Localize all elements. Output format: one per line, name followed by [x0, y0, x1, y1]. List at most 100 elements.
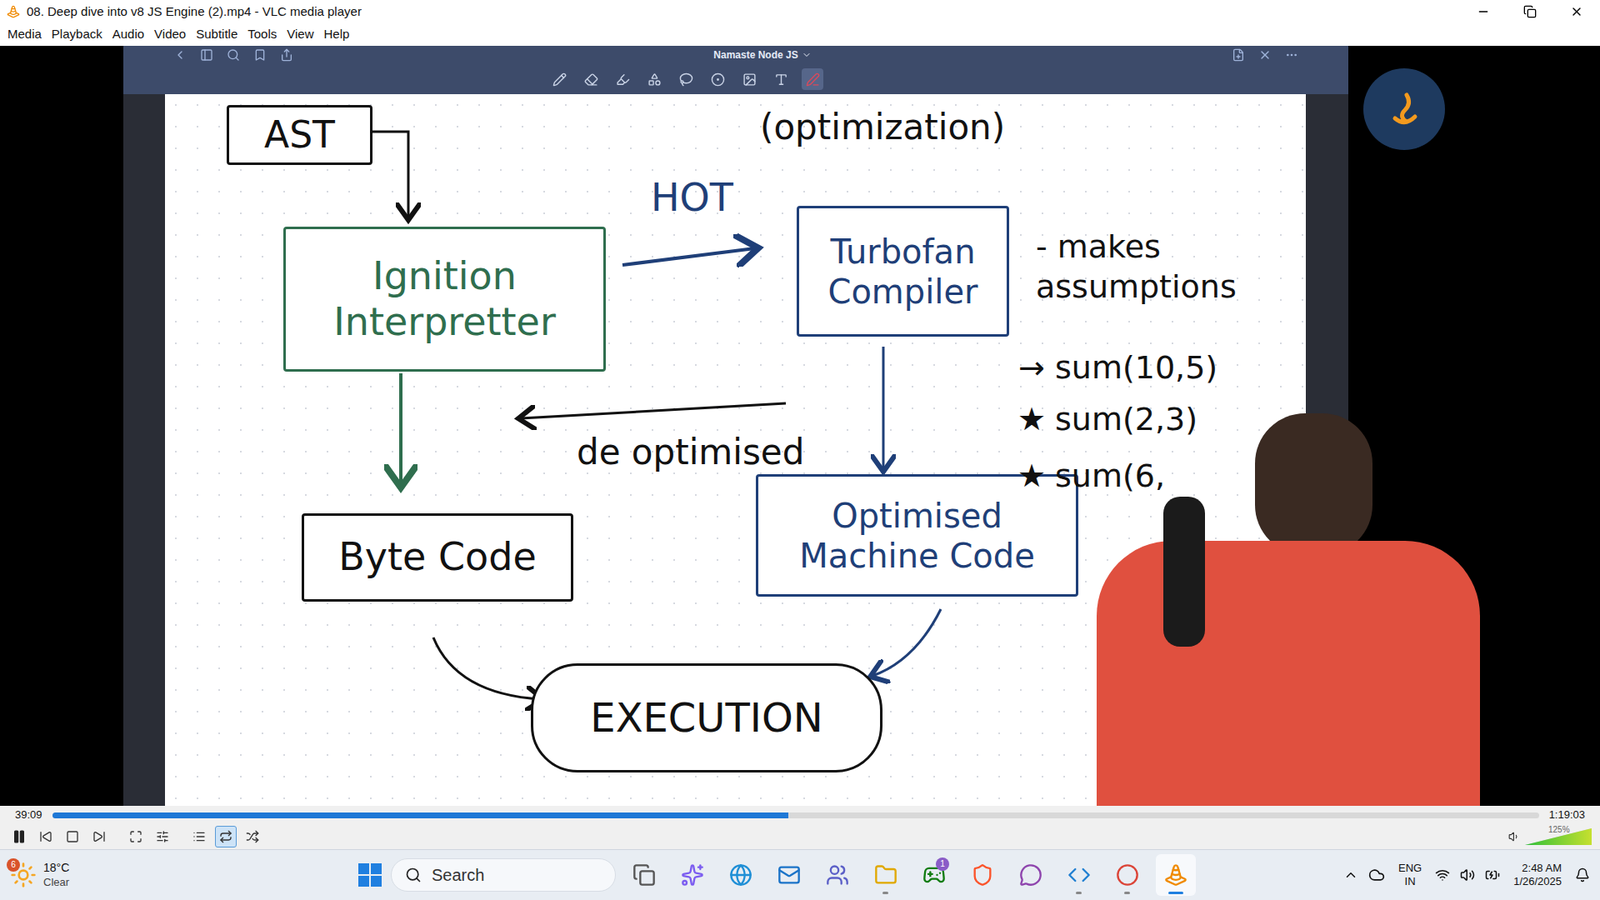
minimize-button[interactable]: [1460, 0, 1507, 24]
stop-icon: [65, 830, 80, 844]
image-icon: [742, 72, 757, 87]
player-button[interactable]: [88, 825, 110, 848]
taskbar-app[interactable]: [817, 854, 858, 896]
playlist-icon: [192, 830, 206, 844]
loop-icon: [219, 830, 233, 844]
restore-button[interactable]: [1506, 0, 1554, 24]
taskbar-app[interactable]: [624, 854, 665, 896]
diagram-label: (optimization): [760, 100, 1005, 154]
onedrive-icon[interactable]: [1368, 866, 1385, 884]
menu-item[interactable]: Subtitle: [191, 25, 242, 45]
vlc-icon: [6, 5, 20, 19]
wifi-icon[interactable]: [1435, 867, 1450, 883]
seek-bar[interactable]: [52, 812, 1540, 819]
bookmark-icon[interactable]: [253, 48, 267, 62]
more-icon[interactable]: [1285, 48, 1299, 62]
diagram-label: de optimised: [576, 425, 805, 479]
player-button[interactable]: [35, 825, 57, 848]
share-icon[interactable]: [280, 48, 294, 62]
player-button[interactable]: [241, 825, 264, 848]
brave-icon: [970, 863, 995, 887]
diagram-label: - makes assumptions: [1035, 227, 1286, 307]
highlighter-icon: [615, 72, 630, 87]
taskbar-app[interactable]: [1155, 854, 1196, 896]
pause-icon: [11, 829, 27, 845]
volume-icon[interactable]: [1508, 830, 1520, 843]
language-indicator[interactable]: ENGIN: [1395, 861, 1425, 890]
speaker-icon[interactable]: [1460, 867, 1475, 883]
menu-item[interactable]: View: [282, 25, 318, 45]
diagram-label: HOT: [650, 169, 734, 227]
taskbar-app[interactable]: [865, 854, 906, 896]
next-icon: [92, 830, 106, 844]
player-button[interactable]: [125, 825, 147, 848]
notifications-icon[interactable]: [1575, 867, 1590, 883]
file-explorer-icon: [874, 863, 898, 887]
menu-item[interactable]: Help: [320, 25, 355, 45]
volume-slider[interactable]: 125%: [1525, 828, 1592, 845]
tool-button[interactable]: [548, 68, 570, 90]
pencil-icon: [552, 72, 567, 87]
taskbar-app[interactable]: 1: [914, 854, 955, 896]
previous-icon: [39, 830, 53, 844]
taskbar-app[interactable]: [672, 854, 713, 896]
fullscreen-icon: [129, 830, 143, 844]
close-button[interactable]: [1553, 0, 1600, 24]
taskbar-app[interactable]: [769, 854, 810, 896]
new-page-icon[interactable]: [1231, 48, 1245, 62]
windows-start-icon[interactable]: [357, 862, 383, 888]
taskbar-app[interactable]: [1010, 854, 1051, 896]
weather-badge: 6: [6, 858, 20, 872]
weather-temp: 18°C: [43, 860, 70, 876]
menu-item[interactable]: Audio: [108, 25, 149, 45]
volume-reading: 125%: [1548, 823, 1570, 836]
vscode-icon: [1067, 863, 1091, 887]
tool-button[interactable]: [611, 68, 634, 90]
video-area[interactable]: Namaste Node JSASTIgnitionInterpretterTu…: [0, 45, 1600, 806]
shapes-icon: [647, 72, 662, 87]
play-pause-button[interactable]: [8, 825, 30, 848]
tool-button[interactable]: [580, 68, 602, 90]
search-icon[interactable]: [226, 48, 240, 62]
messenger-icon: [1019, 863, 1043, 887]
tool-button[interactable]: [738, 68, 760, 90]
menu-item[interactable]: Media: [3, 25, 46, 45]
elapsed-time: 39:09: [15, 806, 43, 824]
clock[interactable]: 2:48 AM1/26/2025: [1510, 861, 1565, 890]
tool-button[interactable]: [770, 68, 792, 90]
minimize-icon: [1476, 5, 1490, 19]
lasso-icon: [679, 72, 694, 87]
stamp-icon: [710, 72, 725, 87]
diagram-node: Byte Code: [301, 513, 574, 602]
example-call: →sum(10,5): [1015, 344, 1218, 392]
player-button[interactable]: [61, 825, 84, 848]
menu-item[interactable]: Video: [150, 25, 190, 45]
tool-button[interactable]: [643, 68, 665, 90]
chevron-down-icon[interactable]: [801, 50, 812, 60]
menu-item[interactable]: Tools: [243, 25, 281, 45]
example-call: ★sum(2,3): [1015, 395, 1198, 444]
taskbar-app[interactable]: [1107, 854, 1148, 896]
player-button[interactable]: [151, 825, 174, 848]
weather-widget[interactable]: 618°CClear: [10, 860, 177, 890]
menu-item[interactable]: Playback: [47, 25, 107, 45]
close-icon[interactable]: [1258, 48, 1272, 62]
tool-button[interactable]: [675, 68, 697, 90]
tool-button[interactable]: [706, 68, 729, 90]
taskbar-search[interactable]: Search: [390, 858, 616, 892]
player-button[interactable]: [188, 825, 210, 848]
back-icon[interactable]: [173, 48, 187, 62]
taskbar-app[interactable]: [962, 854, 1003, 896]
total-time: 1:19:03: [1549, 806, 1585, 824]
taskbar-app[interactable]: [720, 854, 761, 896]
tool-button[interactable]: [801, 68, 824, 90]
sidebar-icon[interactable]: [200, 48, 214, 62]
channel-logo: [1363, 68, 1445, 150]
chrome-icon: [1115, 863, 1140, 887]
show-hidden-icon[interactable]: [1343, 867, 1359, 883]
system-tray: ENGIN 2:48 AM1/26/2025: [1343, 861, 1590, 890]
player-button[interactable]: [215, 825, 237, 848]
taskbar-app[interactable]: [1059, 854, 1100, 896]
battery-icon[interactable]: [1485, 867, 1500, 883]
presenter-video: [1096, 413, 1480, 806]
